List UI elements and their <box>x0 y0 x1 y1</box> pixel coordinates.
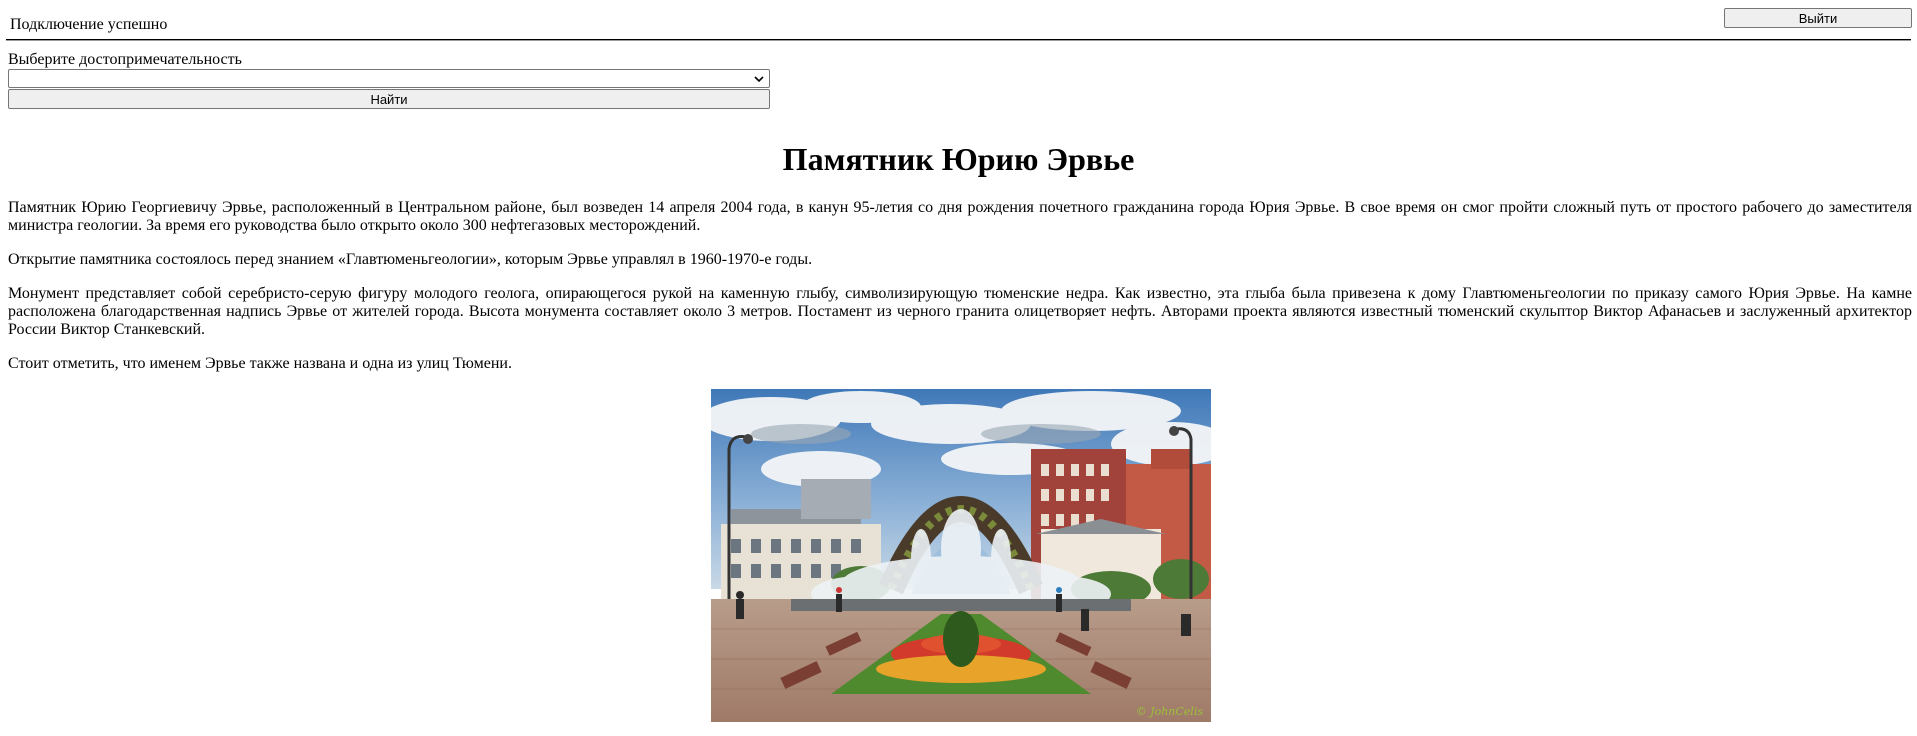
landmark-photo-illustration: © JohnCelis <box>711 389 1211 722</box>
attraction-select-label: Выберите достопримечательность <box>8 51 242 68</box>
article-paragraph: Монумент представляет собой серебристо-с… <box>8 285 1912 338</box>
landmark-photo: © JohnCelis <box>711 389 1211 722</box>
page: Подключение успешно Выйти Выберите досто… <box>0 0 1917 736</box>
attraction-select[interactable] <box>8 69 770 88</box>
header-divider <box>6 39 1911 41</box>
article-paragraph: Стоит отметить, что именем Эрвье также н… <box>8 355 512 372</box>
article-paragraph: Открытие памятника состоялось перед знан… <box>8 251 813 268</box>
logout-button[interactable]: Выйти <box>1724 8 1912 28</box>
page-title: Памятник Юрию Эрвье <box>782 141 1135 177</box>
article-paragraph: Памятник Юрию Георгиевичу Эрвье, располо… <box>8 199 1912 234</box>
find-button[interactable]: Найти <box>8 89 770 109</box>
photo-watermark: © JohnCelis <box>1136 705 1204 718</box>
connection-status-text: Подключение успешно <box>10 16 168 33</box>
